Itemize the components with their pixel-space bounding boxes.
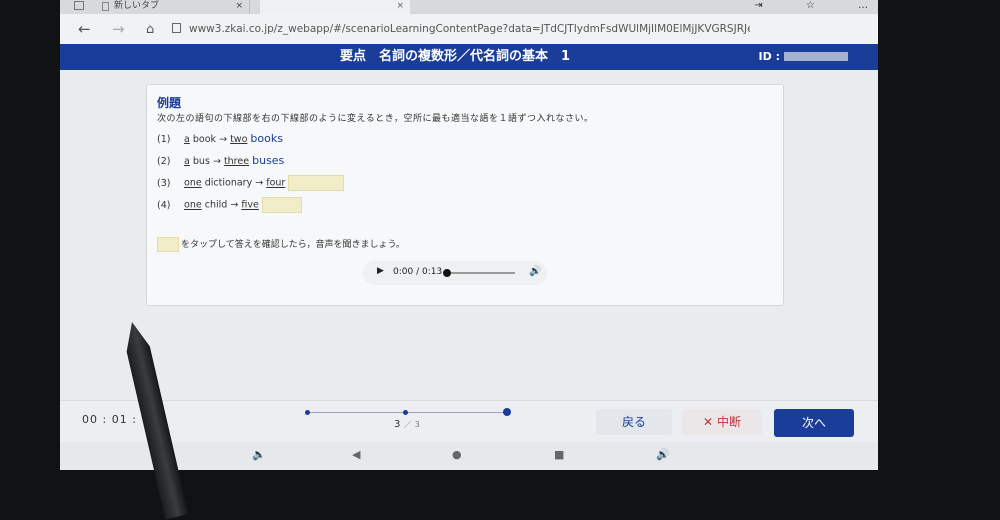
question-row: (1) a book → two books [157,131,283,147]
example-heading: 例題 [157,96,182,110]
quit-button[interactable]: ✕ 中断 [682,409,762,435]
audio-seek-bar[interactable] [445,272,515,274]
noun: dictionary [204,177,253,189]
determiner: one [184,199,202,211]
example-card: 例題 次の左の語句の下線部を右の下線部のように変えるとき，空所に最も適当な語を１… [146,84,784,306]
page-title: 要点 名詞の複数形／代名詞の基本 1 [340,49,571,64]
arrow: → [219,134,228,145]
back-button[interactable]: 戻る [596,409,672,435]
question-number: (1) [157,134,171,145]
system-back-icon[interactable]: ◀ [352,448,360,461]
target-word: five [241,199,259,211]
more-icon[interactable]: … [858,0,868,11]
close-tab-icon[interactable]: × [396,0,404,12]
system-nav-bar: 🔈 ◀ ● ■ 🔊 [60,442,878,470]
target-word: four [266,177,286,189]
system-home-icon[interactable]: ● [452,448,462,461]
tab-label: 新しいタブ [114,1,160,11]
lock-icon [172,23,181,33]
progress-step-current[interactable] [503,408,511,416]
volume-down-icon[interactable]: 🔈 [252,448,266,461]
question-number: (2) [157,156,171,167]
determiner: one [184,177,202,189]
question-row: (2) a bus → three buses [157,153,284,169]
arrow: → [212,156,221,167]
noun: book [192,134,217,145]
back-arrow-icon[interactable]: ← [78,20,91,38]
elapsed-timer: 00 : 01 : [82,413,137,426]
noun: child [204,199,228,211]
page-indicator: 3 ／ 3 [394,419,420,430]
progress-step[interactable] [305,410,310,415]
page-icon [102,2,109,11]
url-field[interactable]: www3.zkai.co.jp/z_webapp/#/scenarioLearn… [172,19,750,39]
blank-sample [157,237,179,252]
lesson-header: 要点 名詞の複数形／代名詞の基本 1 ID : [60,44,878,70]
answer-blank[interactable] [261,197,302,213]
id-label: ID : [758,50,780,63]
question-row: (3) one dictionary → four [157,175,345,191]
hint-text: をタップして答えを確認したら，音声を聞きましょう。 [181,240,405,250]
page-separator: ／ [403,420,412,429]
question-row: (4) one child → five [157,197,302,213]
volume-icon[interactable]: 🔊 [529,266,541,277]
audio-time: 0:00 / 0:13 [393,267,443,277]
favorites-icon[interactable]: ☆ [806,0,815,11]
arrow: → [255,177,264,189]
volume-up-icon[interactable]: 🔊 [656,448,670,461]
browser-tab-bar: 新しいタブ × × ⇥ ☆ … [60,0,878,14]
determiner: a [184,134,190,145]
question-number: (4) [157,199,171,211]
tab-new-tab[interactable]: 新しいタブ × [100,0,250,14]
home-icon[interactable]: ⌂ [146,22,154,37]
progress-track [308,412,508,413]
audio-player: ▶ 0:00 / 0:13 🔊 [363,261,547,285]
answer-revealed[interactable]: buses [252,154,284,167]
target-word: three [223,156,250,167]
close-tab-icon[interactable]: × [235,0,243,12]
answer-blank[interactable] [288,175,345,191]
progress-step[interactable] [403,410,408,415]
quit-label: 中断 [717,415,742,429]
next-button[interactable]: 次へ [774,409,854,437]
system-recents-icon[interactable]: ■ [554,448,564,461]
arrow: → [230,199,239,211]
close-icon: ✕ [702,415,714,429]
tablet-screen: 新しいタブ × × ⇥ ☆ … ← → ⌂ www3.zkai.co.jp/z_… [60,0,878,470]
determiner: a [184,156,190,167]
lesson-footer: 00 : 01 : 3 ／ 3 戻る ✕ 中断 次へ [60,400,878,443]
noun: bus [192,156,210,167]
exit-icon[interactable]: ⇥ [754,0,762,11]
user-id: ID : [759,44,848,70]
forward-arrow-icon[interactable]: → [112,20,125,38]
page-total: 3 [414,420,420,429]
tab-active[interactable]: × [260,0,410,14]
play-icon[interactable]: ▶ [377,266,384,276]
hint-text-row: をタップして答えを確認したら，音声を聞きましょう。 [157,237,405,252]
question-number: (3) [157,177,171,189]
audio-seek-handle[interactable] [443,269,451,277]
instruction-text: 次の左の語句の下線部を右の下線部のように変えるとき，空所に最も適当な語を１語ずつ… [157,114,594,124]
url-text: www3.zkai.co.jp/z_webapp/#/scenarioLearn… [189,23,750,35]
tab-overview-icon[interactable] [74,1,84,10]
answer-revealed[interactable]: books [250,132,283,145]
id-value-masked [784,52,848,61]
target-word: two [230,134,248,145]
address-bar: ← → ⌂ www3.zkai.co.jp/z_webapp/#/scenari… [60,14,878,45]
page-current: 3 [394,419,401,430]
